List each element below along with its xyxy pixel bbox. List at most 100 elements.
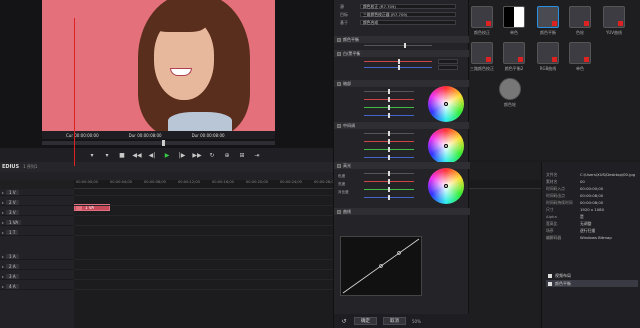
track-header[interactable]: ▸ 1 A [0,253,74,260]
section-checkbox[interactable] [337,209,341,214]
applied-effect-item[interactable]: 视频布局 [546,272,638,279]
effect-tile[interactable] [537,42,559,64]
section-checkbox[interactable] [337,123,341,128]
track-lane[interactable] [74,253,333,260]
play-button[interactable]: ▶ [163,151,171,159]
insert-button[interactable]: ⊕ [223,151,231,159]
section-checkbox[interactable] [337,81,341,86]
fx-setting-dropdown[interactable]: 颜色合成 [360,20,456,25]
track-lane[interactable] [74,219,333,226]
slider-knob[interactable] [388,131,390,136]
effect-tile[interactable] [603,6,625,28]
track-lane[interactable] [74,199,333,206]
white-black-slider[interactable] [364,65,432,70]
effect-tile[interactable] [569,6,591,28]
ok-button[interactable]: 确定 [354,317,377,325]
track-header[interactable]: ▸ 2 A [0,263,74,270]
slider-knob[interactable] [388,97,390,102]
slider-knob[interactable] [388,187,390,192]
track-header[interactable]: ▸ 3 A [0,273,74,280]
reset-icon[interactable]: ↺ [340,317,348,325]
fast-forward-button[interactable]: ▶▶ [192,151,201,159]
white-black-slider[interactable] [364,59,432,64]
scrub-bar[interactable] [42,140,275,146]
value-box[interactable] [438,59,458,64]
loop-button[interactable]: ↻ [208,151,216,159]
track-expand-icon[interactable]: ▸ [2,210,4,215]
channel-slider[interactable] [364,155,414,160]
track-header[interactable]: ▸ 1 VA [0,219,74,226]
channel-slider[interactable] [364,97,414,102]
effect-tile[interactable] [569,42,591,64]
channel-slider[interactable] [364,171,414,176]
scrub-thumb[interactable] [162,140,165,146]
step-back-button[interactable]: ◀| [148,151,156,159]
channel-slider[interactable] [364,105,414,110]
channel-slider[interactable] [364,89,414,94]
slider-knob[interactable] [388,155,390,160]
track-header[interactable]: ▸ 1 T [0,229,74,236]
wheel-handle[interactable] [444,102,448,106]
slider-knob[interactable] [404,43,406,48]
track-expand-icon[interactable]: ▸ [2,274,4,279]
section-checkbox[interactable] [337,51,341,56]
channel-slider[interactable] [364,131,414,136]
applied-effect-item[interactable]: 颜色平衡 [546,280,638,287]
slider-knob[interactable] [398,59,400,64]
playhead[interactable] [74,18,75,166]
section-checkbox[interactable] [337,37,341,42]
rewind-button[interactable]: ◀◀ [132,151,141,159]
track-lane[interactable] [74,283,333,290]
effect-tile[interactable] [537,6,559,28]
channel-slider[interactable] [364,147,414,152]
slider-knob[interactable] [388,171,390,176]
slider-knob[interactable] [388,139,390,144]
slider-knob[interactable] [388,89,390,94]
curve-editor[interactable] [340,236,422,296]
color-wheel[interactable] [428,128,464,164]
track-lane[interactable] [74,189,333,196]
section-header[interactable]: 曲线 [334,208,470,215]
effect-checkbox[interactable] [548,273,552,278]
channel-slider[interactable] [364,139,414,144]
track-lane[interactable] [74,229,333,236]
value-box[interactable] [438,65,458,70]
track-expand-icon[interactable]: ▸ [2,264,4,269]
track-expand-icon[interactable]: ▸ [2,254,4,259]
track-header[interactable]: ▸ 2 V [0,199,74,206]
section-header[interactable]: 颜色平衡 [334,36,470,43]
track-expand-icon[interactable]: ▸ [2,284,4,289]
track-expand-icon[interactable]: ▸ [2,220,4,225]
effect-tile[interactable] [471,6,493,28]
track-lane[interactable] [74,273,333,280]
color-wheel[interactable] [428,168,464,204]
step-forward-button[interactable]: |▶ [178,151,186,159]
track-lanes[interactable]: 1 VA [74,189,333,328]
color-wheel[interactable] [428,86,464,122]
export-button[interactable]: ⇥ [253,151,261,159]
track-header[interactable]: ▸ 1 V [0,189,74,196]
section-checkbox[interactable] [337,163,341,168]
slider-knob[interactable] [388,105,390,110]
mark-out-icon[interactable]: ▾ [103,151,111,159]
balance-slider[interactable] [364,43,432,48]
wheel-handle[interactable] [444,144,448,148]
timeline-ruler[interactable]: 00:00:00;00 00:00:04;00 00:00:08;00 00:00:1… [74,180,336,189]
track-expand-icon[interactable]: ▸ [2,190,4,195]
slider-knob[interactable] [388,147,390,152]
stop-button[interactable]: ■ [118,151,126,159]
channel-slider[interactable] [364,187,414,192]
track-header[interactable]: ▸ 3 V [0,209,74,216]
effect-tile[interactable] [499,78,521,100]
effect-tile[interactable] [471,42,493,64]
channel-slider[interactable] [364,195,414,200]
slider-knob[interactable] [398,65,400,70]
fx-setting-dropdown[interactable]: 颜色校正 (R7.709) [360,4,456,9]
slider-knob[interactable] [388,179,390,184]
effect-tile[interactable] [503,6,525,28]
effect-tile[interactable] [503,42,525,64]
track-expand-icon[interactable]: ▸ [2,230,4,235]
effect-checkbox[interactable] [548,281,552,286]
slider-knob[interactable] [388,113,390,118]
mark-in-icon[interactable]: ▾ [88,151,96,159]
